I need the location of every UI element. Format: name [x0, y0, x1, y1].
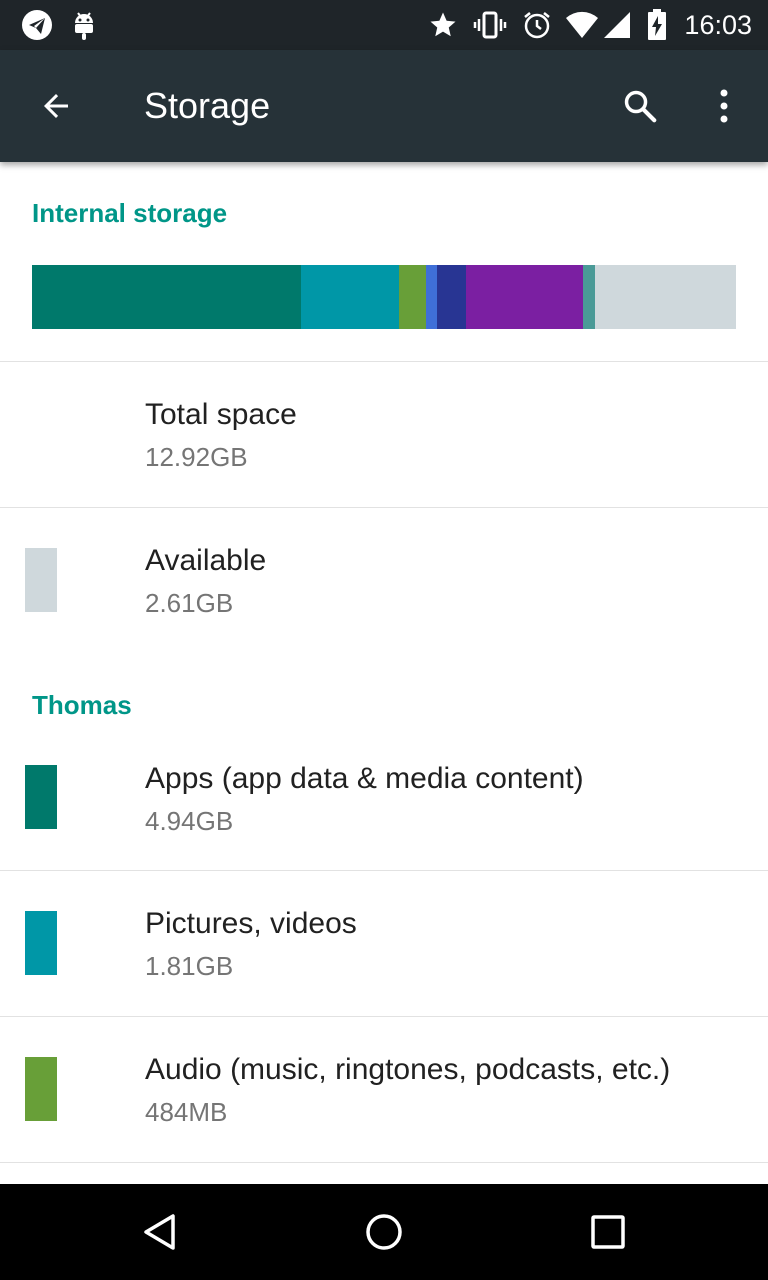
pictures-color-swatch [25, 911, 57, 975]
search-button[interactable] [608, 78, 672, 134]
nav-back-button[interactable] [124, 1196, 196, 1268]
alarm-icon [520, 8, 554, 42]
nav-recents-button[interactable] [572, 1196, 644, 1268]
storage-bar-segment-available [595, 265, 736, 329]
audio-color-swatch [25, 1057, 57, 1121]
storage-bar-segment-apps [32, 265, 301, 329]
divider [0, 1162, 768, 1163]
status-time: 16:03 [684, 10, 752, 40]
nav-back-icon [144, 1214, 175, 1250]
back-button[interactable] [24, 78, 88, 134]
list-item-audio[interactable]: Audio (music, ringtones, podcasts, etc.)… [0, 1017, 768, 1163]
nav-home-icon [366, 1214, 402, 1250]
battery-charging-icon [640, 8, 674, 42]
storage-usage-bar [32, 265, 736, 329]
total-space-item[interactable]: Total space 12.92GB [0, 362, 768, 508]
storage-bar-segment-audio [399, 265, 426, 329]
section-header-internal-storage: Internal storage [32, 198, 228, 228]
pictures-value: 1.81GB [145, 951, 234, 981]
page-title: Storage [144, 85, 271, 126]
storage-list[interactable]: Internal storage Total space 12.92GB Ava… [0, 162, 768, 1184]
star-icon [426, 8, 460, 42]
vibrate-icon [473, 8, 507, 42]
apps-title: Apps (app data & media content) [145, 762, 584, 795]
storage-bar-segment-misc [466, 265, 584, 329]
pictures-title: Pictures, videos [145, 907, 357, 940]
available-title: Available [145, 544, 267, 577]
apps-color-swatch [25, 765, 57, 829]
nav-home-button[interactable] [348, 1196, 420, 1268]
search-icon [624, 90, 657, 123]
available-color-swatch [25, 548, 57, 612]
audio-title: Audio (music, ringtones, podcasts, etc.) [145, 1053, 671, 1086]
storage-bar-segment-pictures [300, 265, 400, 329]
storage-bar-segment-cached [437, 265, 467, 329]
total-space-title: Total space [145, 398, 297, 431]
apps-value: 4.94GB [145, 806, 234, 836]
available-value: 2.61GB [145, 588, 234, 618]
wifi-icon [565, 8, 599, 42]
section-header-user: Thomas [32, 690, 132, 720]
list-item-pictures[interactable]: Pictures, videos 1.81GB [0, 871, 768, 1017]
available-item[interactable]: Available 2.61GB [0, 508, 768, 654]
more-options-button[interactable] [700, 78, 748, 134]
telegram-icon [20, 8, 54, 42]
total-space-value: 12.92GB [145, 442, 248, 472]
android-debug-icon [67, 8, 101, 42]
navigation-bar [0, 1184, 768, 1280]
more-vert-icon [720, 89, 728, 123]
arrow-back-icon [44, 94, 68, 118]
nav-recents-icon [591, 1215, 625, 1249]
audio-value: 484MB [145, 1097, 228, 1127]
app-toolbar: Storage [0, 50, 768, 162]
cell-signal-icon [600, 8, 634, 42]
storage-bar-segment-downloads [425, 265, 438, 329]
storage-bar-segment-other [583, 265, 596, 329]
status-bar: 16:03 [0, 0, 768, 50]
list-item-apps[interactable]: Apps (app data & media content) 4.94GB [0, 726, 768, 872]
